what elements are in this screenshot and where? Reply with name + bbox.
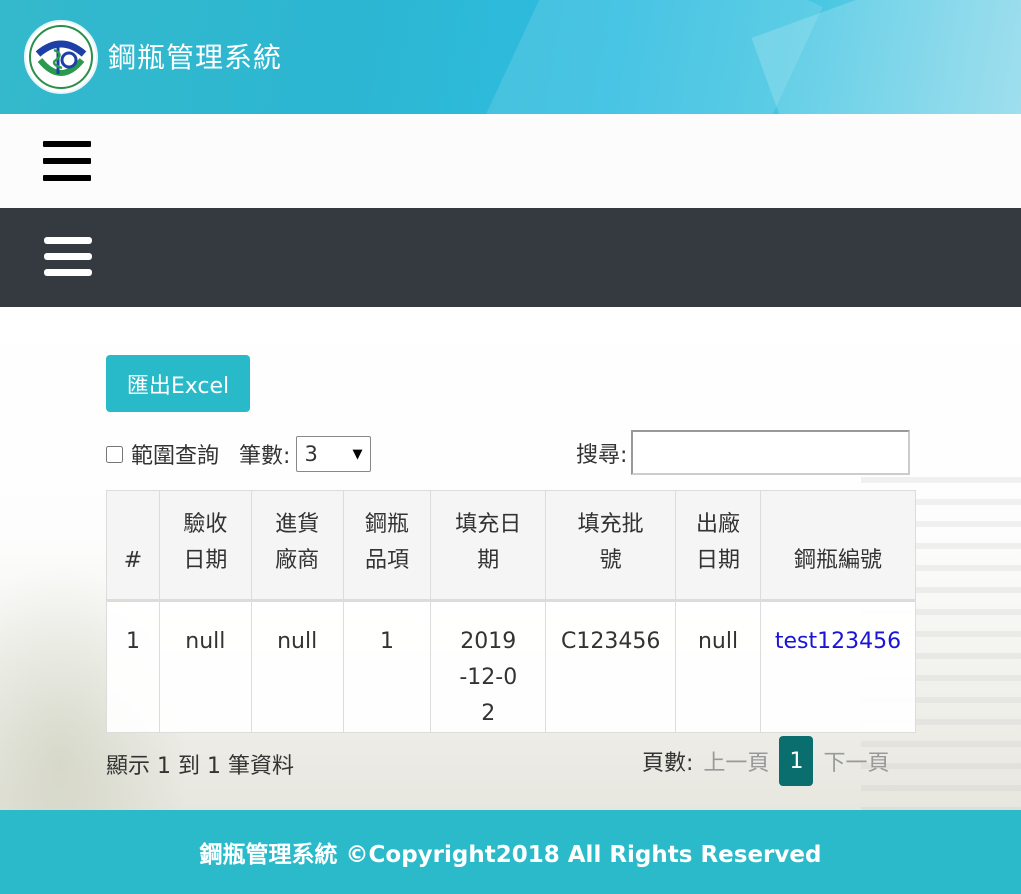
col-header-index[interactable]: # xyxy=(106,490,160,602)
cell-fill-date: 2019-12-02 xyxy=(430,600,547,733)
cell-acceptance-date: null xyxy=(158,600,252,733)
col-header-cylinder-item[interactable]: 鋼瓶 品項 xyxy=(342,490,432,602)
cell-index: 1 xyxy=(106,600,160,733)
top-nav-bar xyxy=(0,114,1021,208)
count-select-value: 3 xyxy=(304,442,318,466)
footer: 鋼瓶管理系統 ©Copyright2018 All Rights Reserve… xyxy=(0,810,1021,894)
search-label: 搜尋: xyxy=(576,442,628,468)
col-header-cylinder-number[interactable]: 鋼瓶編號 xyxy=(759,490,917,602)
menu-toggle-icon[interactable] xyxy=(43,141,91,192)
table-info: 顯示 1 到 1 筆資料 xyxy=(106,754,294,779)
table-row: 1 null null 1 2019-12-02 C123456 null te… xyxy=(106,600,917,733)
col-header-fill-date[interactable]: 填充日期 xyxy=(430,490,547,602)
filter-bar: 範圍查詢 筆數: 3 ▼ xyxy=(106,436,372,472)
search-bar: 搜尋: xyxy=(576,430,911,475)
export-excel-button[interactable]: 匯出Excel xyxy=(106,355,250,412)
count-select[interactable]: 3 ▼ xyxy=(296,436,372,472)
page-label: 頁數: xyxy=(642,751,694,776)
dropdown-arrow-icon: ▼ xyxy=(352,446,363,462)
cylinder-table: # 驗收 日期 進貨 廠商 鋼瓶 品項 填充日期 填充批號 出廠 日期 鋼瓶編號 1 n… xyxy=(106,490,917,733)
cell-ship-date: null xyxy=(675,600,761,733)
page-1-button[interactable]: 1 xyxy=(779,736,814,786)
cylinder-number-link[interactable]: test123456 xyxy=(775,629,901,654)
app-title: 鋼瓶管理系統 xyxy=(108,41,283,74)
prev-page-button[interactable]: 上一頁 xyxy=(703,745,769,777)
sidebar-toggle-icon[interactable] xyxy=(44,237,92,285)
cell-cylinder-number: test123456 xyxy=(759,600,917,733)
range-query-label: 範圍查詢 xyxy=(131,444,220,469)
col-header-supplier[interactable]: 進貨 廠商 xyxy=(250,490,344,602)
copyright-text: 鋼瓶管理系統 ©Copyright2018 All Rights Reserve… xyxy=(199,842,822,868)
pagination: 頁數: 上一頁 1 下一頁 xyxy=(642,736,889,786)
app-header: 鋼瓶管理系統 xyxy=(0,0,1021,114)
cell-supplier: null xyxy=(250,600,344,733)
search-input[interactable] xyxy=(631,430,911,475)
col-header-acceptance-date[interactable]: 驗收 日期 xyxy=(158,490,252,602)
dark-nav-bar xyxy=(0,208,1021,307)
table-header-row: # 驗收 日期 進貨 廠商 鋼瓶 品項 填充日期 填充批號 出廠 日期 鋼瓶編號 xyxy=(106,490,917,602)
count-label: 筆數: xyxy=(239,444,291,469)
cell-cylinder-item: 1 xyxy=(342,600,432,733)
col-header-ship-date[interactable]: 出廠 日期 xyxy=(675,490,761,602)
hospital-logo xyxy=(24,20,98,94)
col-header-fill-batch[interactable]: 填充批號 xyxy=(545,490,677,602)
hospital-logo-icon xyxy=(29,25,93,89)
cell-fill-batch: C123456 xyxy=(545,600,677,733)
range-query-checkbox[interactable] xyxy=(106,445,123,463)
next-page-button[interactable]: 下一頁 xyxy=(823,745,889,777)
